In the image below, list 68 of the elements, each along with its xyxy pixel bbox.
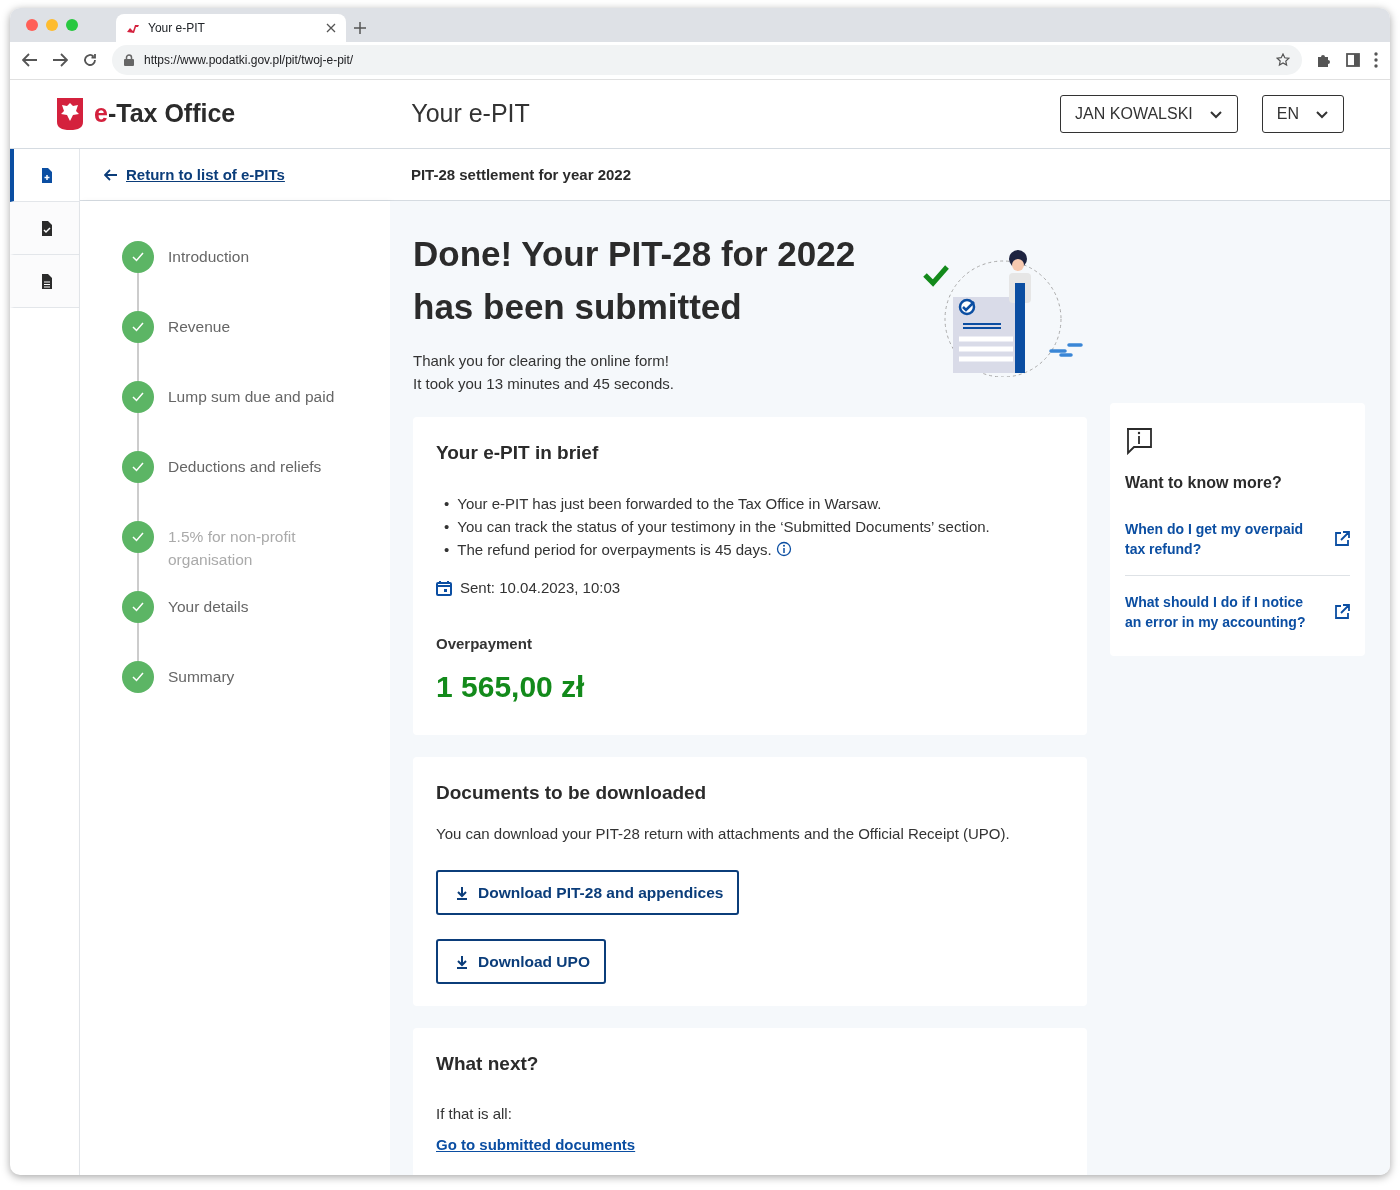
document-plus-icon	[40, 167, 53, 183]
card-title: Documents to be downloaded	[436, 780, 708, 805]
language-button[interactable]: EN	[1261, 95, 1344, 134]
external-link-icon[interactable]	[1334, 531, 1350, 548]
step-label[interactable]: Your details	[168, 591, 338, 662]
card-title: Your e-PIT in brief	[436, 441, 600, 466]
hero-text: It took you 13 minutes and 45 seconds.	[413, 374, 675, 395]
section-title: PIT-28 settlement for year 2022	[410, 164, 631, 185]
document-check-icon	[40, 220, 53, 236]
bullet-text: You can track the status of your testimony in the ‘Submitted Documents’ section.	[457, 516, 990, 537]
chevron-down-icon	[1208, 108, 1223, 121]
star-icon[interactable]	[1276, 53, 1290, 68]
help-link[interactable]: When do I get my overpaid tax refund?	[1125, 519, 1318, 560]
reload-icon[interactable]	[82, 52, 98, 69]
bullet-text: Your e-PIT has just been forwarded to the Tax Office in Warsaw.	[457, 493, 882, 514]
more-icon[interactable]	[1374, 52, 1378, 69]
new-tab-icon[interactable]	[354, 21, 366, 34]
chevron-down-icon	[1315, 108, 1329, 121]
step-label[interactable]: Revenue	[168, 311, 338, 382]
step-label[interactable]: Summary	[168, 661, 338, 732]
side-nav-item[interactable]	[10, 255, 79, 309]
info-bubble-icon	[1125, 427, 1153, 456]
hero-title: Done! Your PIT-28 for 2022 has been submitted	[413, 233, 857, 329]
card-title: What next?	[436, 1052, 540, 1077]
back-link[interactable]: Return to list of e-PITs	[104, 163, 285, 187]
window-control-icon	[26, 18, 38, 31]
card-text: You can download your PIT-28 return with attachments and the Official Receipt (UPO).	[436, 824, 1011, 845]
step-label[interactable]: Deductions and reliefs	[168, 451, 338, 522]
browser-tab[interactable]: Your e-PIT	[116, 13, 346, 42]
bullet-icon: •	[444, 491, 450, 515]
back-icon[interactable]	[22, 53, 38, 68]
bullet-icon: •	[444, 537, 450, 561]
submitted-documents-link[interactable]: Go to submitted documents	[436, 1136, 636, 1154]
bullet-text: The refund period for overpayments is 45 days.	[457, 539, 772, 560]
window-control-icon	[46, 18, 58, 31]
close-icon[interactable]	[326, 22, 336, 33]
download-button[interactable]: Download PIT-28 and appendices	[436, 869, 740, 916]
help-link[interactable]: What should I do if I notice an error in my accounting?	[1125, 592, 1318, 633]
step-label[interactable]: Introduction	[168, 241, 338, 312]
external-link-icon[interactable]	[1334, 604, 1350, 621]
side-panel-icon[interactable]	[1346, 53, 1360, 68]
side-nav-item[interactable]	[10, 202, 79, 256]
forward-icon[interactable]	[52, 53, 68, 68]
page-title: Your e-PIT	[411, 98, 531, 130]
amount-label: Overpayment	[436, 634, 533, 655]
document-icon	[40, 273, 53, 289]
amount-value: 1 565,00 zł	[436, 668, 586, 705]
download-button[interactable]: Download UPO	[436, 939, 606, 985]
card-text: If that is all:	[436, 1103, 513, 1124]
step-label[interactable]: Lump sum due and paid	[168, 381, 338, 452]
lock-icon	[124, 54, 134, 67]
card-title: Want to know more?	[1125, 473, 1283, 494]
tab-title: Your e-PIT	[148, 19, 206, 37]
download-icon	[456, 954, 468, 969]
hero-text: Thank you for clearing the online form!	[413, 351, 670, 372]
sent-date: Sent: 10.04.2023, 10:03	[460, 577, 621, 598]
info-icon[interactable]	[775, 541, 792, 558]
address-bar[interactable]: https://www.podatki.gov.pl/pit/twoj-e-pit/	[112, 45, 1302, 76]
arrow-left-icon	[104, 168, 118, 181]
calendar-icon	[436, 580, 452, 597]
download-icon	[456, 885, 468, 900]
logo-text: e-Tax Office	[94, 98, 236, 130]
emblem-icon	[56, 97, 84, 132]
window-control-icon	[66, 18, 78, 31]
bullet-icon: •	[444, 514, 450, 538]
user-menu-button[interactable]: JAN KOWALSKI	[1060, 95, 1238, 134]
side-nav-item[interactable]	[10, 149, 79, 203]
puzzle-icon[interactable]	[1316, 52, 1332, 69]
